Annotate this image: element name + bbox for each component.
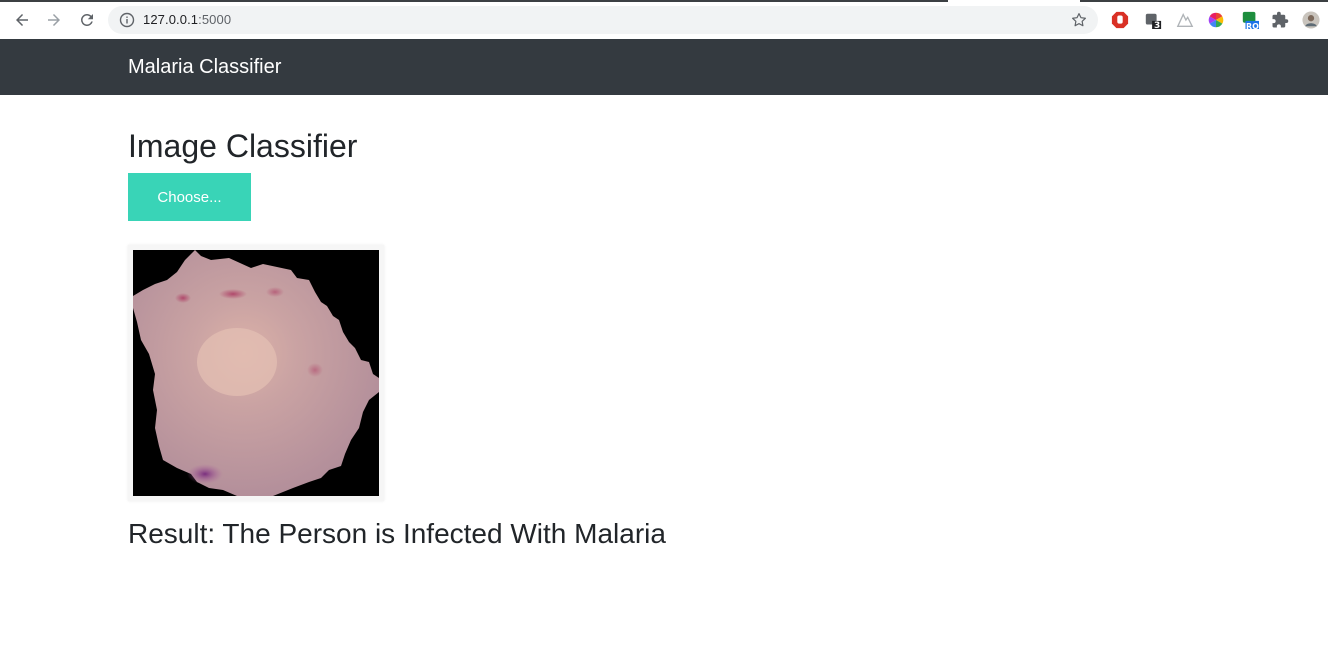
extension-badge-counter[interactable]: 3	[1143, 10, 1163, 31]
navbar-brand[interactable]: Malaria Classifier	[128, 56, 281, 79]
image-preview-frame	[128, 245, 384, 501]
avatar-icon	[1302, 11, 1320, 29]
url-text: 127.0.0.1:5000	[143, 12, 231, 27]
ro-badge: RO	[1246, 22, 1259, 31]
extension-mountain[interactable]	[1175, 10, 1195, 30]
color-wheel-icon	[1208, 12, 1224, 28]
mountain-icon	[1176, 13, 1194, 27]
reload-button[interactable]	[75, 8, 99, 32]
tab-strip-edge	[0, 0, 948, 2]
stop-sign-icon	[1111, 11, 1129, 29]
bookmark-star-icon[interactable]	[1070, 11, 1088, 29]
back-arrow-icon	[16, 14, 28, 26]
cell-image-preview	[133, 250, 379, 496]
reload-icon	[80, 13, 93, 26]
url-port: :5000	[198, 12, 232, 27]
extensions-menu-button[interactable]	[1270, 10, 1290, 30]
info-icon[interactable]	[119, 12, 135, 28]
page-title: Image Classifier	[128, 128, 358, 164]
back-button[interactable]	[10, 8, 34, 32]
extension-ro[interactable]: RO	[1240, 10, 1260, 31]
tab-strip-edge-right	[1080, 0, 1328, 2]
choose-file-button[interactable]: Choose...	[128, 173, 251, 221]
extension-count-badge: 3	[1154, 21, 1161, 31]
navbar: Malaria Classifier	[0, 39, 1328, 95]
profile-avatar[interactable]	[1301, 10, 1321, 30]
extension-adblock[interactable]	[1110, 10, 1130, 30]
classification-result: Result: The Person is Infected With Mala…	[128, 518, 666, 549]
browser-toolbar: 127.0.0.1:5000 3 RO	[0, 0, 1328, 39]
forward-arrow-icon	[48, 14, 60, 26]
extension-color-picker[interactable]	[1206, 10, 1226, 30]
puzzle-piece-icon	[1272, 11, 1289, 28]
url-host: 127.0.0.1	[143, 12, 199, 27]
address-bar[interactable]: 127.0.0.1:5000	[108, 6, 1098, 34]
forward-button[interactable]	[42, 8, 66, 32]
